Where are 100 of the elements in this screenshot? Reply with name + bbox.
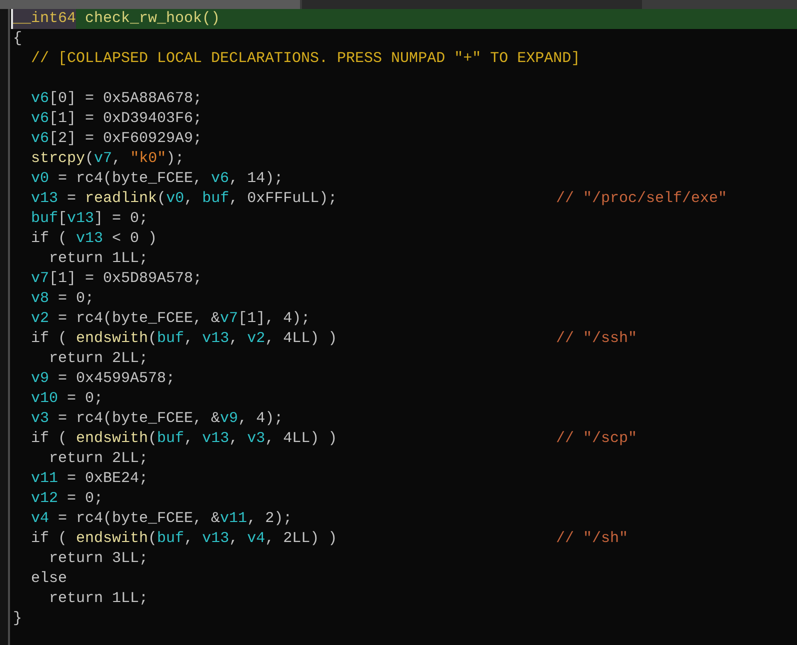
variable-name: v7 (94, 149, 112, 169)
code-text: = 0; (66, 489, 104, 509)
editor-tab[interactable] (0, 0, 300, 9)
variable-name: v13 (67, 209, 94, 229)
code-text: = (66, 189, 78, 209)
function-signature: check_rw_hook() (76, 9, 797, 29)
code-text: , 0xFFFuLL); (229, 189, 338, 209)
variable-name: buf (157, 329, 184, 349)
variable-name: v3 (31, 409, 50, 429)
variable-name: v6 (211, 169, 230, 189)
code-text: return 3LL; (49, 549, 148, 569)
variable-name: v0 (31, 169, 50, 189)
code-text: { (13, 29, 22, 49)
code-comment: // "/scp" (556, 429, 638, 449)
variable-name: v10 (31, 389, 58, 409)
code-text: return 1LL; (49, 589, 148, 609)
code-text: = rc4(byte_FCEE, & (57, 309, 220, 329)
code-text: , 4LL) ) (265, 429, 338, 449)
variable-name: v0 (166, 189, 184, 209)
variable-name: v7 (31, 269, 50, 289)
code-text: [0] = 0x5A88A678; (49, 89, 202, 109)
variable-name: v9 (220, 409, 238, 429)
variable-name: v6 (31, 129, 50, 149)
code-text: , 2LL) ) (265, 529, 338, 549)
function-name: endswith (76, 329, 148, 349)
variable-name: v13 (202, 329, 230, 349)
code-text: , (184, 529, 194, 549)
code-text: , (112, 149, 122, 169)
code-text: , 14); (229, 169, 284, 189)
variable-name: v6 (31, 109, 50, 129)
variable-name: v13 (76, 229, 104, 249)
function-name: readlink (85, 189, 158, 209)
variable-name: buf (202, 189, 230, 209)
code-text: return 1LL; (49, 249, 148, 269)
variable-name: v12 (31, 489, 58, 509)
code-text: return 2LL; (49, 349, 148, 369)
variable-name: v3 (247, 429, 266, 449)
code-text: , (184, 189, 194, 209)
code-text: [2] = 0xF60929A9; (49, 129, 202, 149)
function-name: strcpy (31, 149, 86, 169)
variable-name: v7 (220, 309, 238, 329)
code-text: , (184, 429, 194, 449)
variable-name: v8 (31, 289, 50, 309)
code-text: [ (58, 209, 68, 229)
code-text: [1], 4); (238, 309, 310, 329)
variable-name: v11 (31, 469, 58, 489)
code-text: ( (148, 429, 158, 449)
code-text: , (184, 329, 194, 349)
string-literal: "k0" (130, 149, 166, 169)
code-text: = 0xBE24; (66, 469, 148, 489)
variable-name: buf (31, 209, 58, 229)
code-text: [1] = 0xD39403F6; (49, 109, 202, 129)
code-comment: // "/ssh" (556, 329, 638, 349)
variable-name: v13 (31, 189, 58, 209)
code-text: = rc4(byte_FCEE, & (57, 409, 220, 429)
code-text: = 0; (57, 289, 94, 309)
text-cursor (11, 9, 13, 29)
code-text: , 4); (238, 409, 284, 429)
code-text: ( (85, 149, 94, 169)
function-name: endswith (76, 529, 148, 549)
code-text: if ( (31, 229, 68, 249)
variable-name: v2 (31, 309, 50, 329)
variable-name: v6 (31, 89, 50, 109)
variable-name: buf (157, 529, 184, 549)
code-text: if ( (31, 429, 68, 449)
collapsed-comment: // [COLLAPSED LOCAL DECLARATIONS. PRESS NUMPAD "+" TO EXPAND] (31, 49, 580, 69)
code-text: if ( (31, 529, 68, 549)
code-text: [1] = 0x5D89A578; (49, 269, 202, 289)
code-comment: // "/sh" (556, 529, 628, 549)
variable-name: v9 (31, 369, 50, 389)
code-text: = 0; (66, 389, 104, 409)
code-text: , (229, 429, 240, 449)
variable-name: v11 (220, 509, 248, 529)
return-type: __int64 (13, 9, 76, 29)
code-text: ] = 0; (94, 209, 148, 229)
function-name: endswith (76, 429, 148, 449)
code-text: , (229, 329, 240, 349)
code-text: = 0x4599A578; (57, 369, 176, 389)
code-text: return 2LL; (49, 449, 148, 469)
code-text: ( (148, 329, 158, 349)
code-text: ( (157, 189, 166, 209)
code-text: , 2); (247, 509, 292, 529)
code-text: = rc4(byte_FCEE, (57, 169, 204, 189)
code-text: , (229, 529, 240, 549)
code-comment: // "/proc/self/exe" (556, 189, 728, 209)
code-text: ); (166, 149, 184, 169)
code-text: = rc4(byte_FCEE, & (57, 509, 220, 529)
code-text: , 4LL) ) (265, 329, 338, 349)
variable-name: v13 (202, 529, 230, 549)
editor-tab[interactable] (302, 0, 642, 9)
variable-name: v13 (202, 429, 230, 449)
code-text: ( (148, 529, 158, 549)
variable-name: buf (157, 429, 184, 449)
code-text: < 0 ) (111, 229, 158, 249)
code-text: if ( (31, 329, 68, 349)
code-text: } (13, 609, 22, 629)
variable-name: v2 (247, 329, 266, 349)
variable-name: v4 (31, 509, 50, 529)
code-text: else (31, 569, 68, 589)
variable-name: v4 (247, 529, 266, 549)
